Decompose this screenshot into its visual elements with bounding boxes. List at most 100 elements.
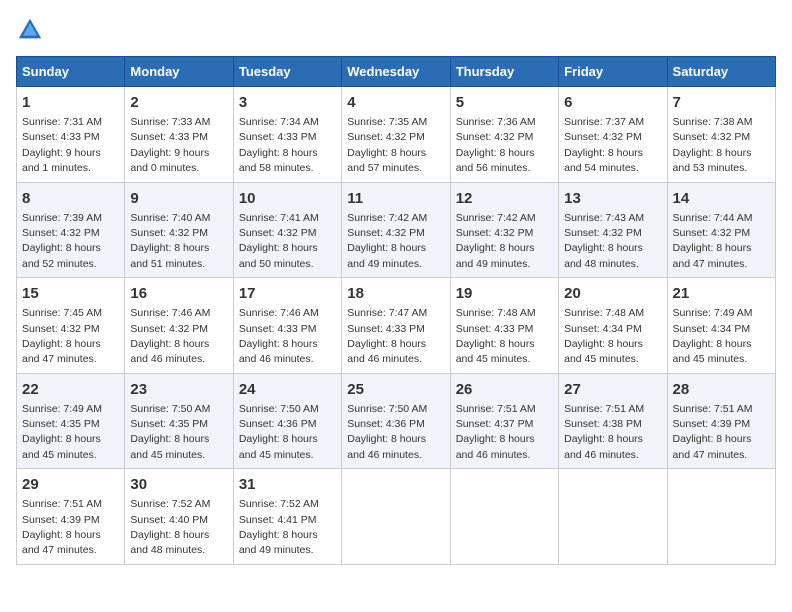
day-number: 15 bbox=[22, 283, 119, 304]
day-info: Sunrise: 7:51 AMSunset: 4:39 PMDaylight:… bbox=[673, 403, 753, 461]
header-day: Sunday bbox=[17, 57, 125, 87]
logo bbox=[16, 16, 48, 44]
day-number: 1 bbox=[22, 92, 119, 113]
day-info: Sunrise: 7:47 AMSunset: 4:33 PMDaylight:… bbox=[347, 307, 427, 365]
calendar-cell: 20 Sunrise: 7:48 AMSunset: 4:34 PMDayligh… bbox=[559, 278, 667, 374]
day-number: 8 bbox=[22, 188, 119, 209]
day-info: Sunrise: 7:42 AMSunset: 4:32 PMDaylight:… bbox=[347, 212, 427, 270]
day-info: Sunrise: 7:44 AMSunset: 4:32 PMDaylight:… bbox=[673, 212, 753, 270]
day-number: 27 bbox=[564, 379, 661, 400]
day-info: Sunrise: 7:45 AMSunset: 4:32 PMDaylight:… bbox=[22, 307, 102, 365]
day-info: Sunrise: 7:36 AMSunset: 4:32 PMDaylight:… bbox=[456, 116, 536, 174]
day-number: 14 bbox=[673, 188, 770, 209]
calendar-cell: 30 Sunrise: 7:52 AMSunset: 4:40 PMDayligh… bbox=[125, 469, 233, 565]
calendar-cell: 29Sunrise: 7:51 AMSunset: 4:39 PMDayligh… bbox=[17, 469, 125, 565]
header-day: Monday bbox=[125, 57, 233, 87]
day-number: 5 bbox=[456, 92, 553, 113]
day-number: 10 bbox=[239, 188, 336, 209]
day-number: 21 bbox=[673, 283, 770, 304]
calendar-cell: 12 Sunrise: 7:42 AMSunset: 4:32 PMDayligh… bbox=[450, 182, 558, 278]
day-info: Sunrise: 7:51 AMSunset: 4:37 PMDaylight:… bbox=[456, 403, 536, 461]
calendar-cell: 8 Sunrise: 7:39 AMSunset: 4:32 PMDaylight… bbox=[17, 182, 125, 278]
calendar-week-row: 22Sunrise: 7:49 AMSunset: 4:35 PMDayligh… bbox=[17, 373, 776, 469]
calendar-cell bbox=[559, 469, 667, 565]
day-number: 19 bbox=[456, 283, 553, 304]
day-number: 2 bbox=[130, 92, 227, 113]
day-number: 22 bbox=[22, 379, 119, 400]
day-number: 3 bbox=[239, 92, 336, 113]
day-number: 11 bbox=[347, 188, 444, 209]
day-number: 26 bbox=[456, 379, 553, 400]
day-info: Sunrise: 7:41 AMSunset: 4:32 PMDaylight:… bbox=[239, 212, 319, 270]
calendar-body: 1 Sunrise: 7:31 AMSunset: 4:33 PMDaylight… bbox=[17, 87, 776, 565]
calendar-cell: 17 Sunrise: 7:46 AMSunset: 4:33 PMDayligh… bbox=[233, 278, 341, 374]
day-info: Sunrise: 7:49 AMSunset: 4:34 PMDaylight:… bbox=[673, 307, 753, 365]
page-header bbox=[16, 16, 776, 44]
calendar-cell: 6 Sunrise: 7:37 AMSunset: 4:32 PMDaylight… bbox=[559, 87, 667, 183]
day-number: 31 bbox=[239, 474, 336, 495]
calendar-cell: 24 Sunrise: 7:50 AMSunset: 4:36 PMDayligh… bbox=[233, 373, 341, 469]
calendar-header: SundayMondayTuesdayWednesdayThursdayFrid… bbox=[17, 57, 776, 87]
header-day: Tuesday bbox=[233, 57, 341, 87]
day-info: Sunrise: 7:46 AMSunset: 4:32 PMDaylight:… bbox=[130, 307, 210, 365]
calendar-cell: 27Sunrise: 7:51 AMSunset: 4:38 PMDayligh… bbox=[559, 373, 667, 469]
day-info: Sunrise: 7:39 AMSunset: 4:32 PMDaylight:… bbox=[22, 212, 102, 270]
day-info: Sunrise: 7:31 AMSunset: 4:33 PMDaylight:… bbox=[22, 116, 102, 174]
calendar-cell: 22Sunrise: 7:49 AMSunset: 4:35 PMDayligh… bbox=[17, 373, 125, 469]
day-info: Sunrise: 7:52 AMSunset: 4:40 PMDaylight:… bbox=[130, 498, 210, 556]
day-number: 25 bbox=[347, 379, 444, 400]
calendar-week-row: 29Sunrise: 7:51 AMSunset: 4:39 PMDayligh… bbox=[17, 469, 776, 565]
day-info: Sunrise: 7:34 AMSunset: 4:33 PMDaylight:… bbox=[239, 116, 319, 174]
calendar-week-row: 8 Sunrise: 7:39 AMSunset: 4:32 PMDaylight… bbox=[17, 182, 776, 278]
header-day: Saturday bbox=[667, 57, 775, 87]
day-number: 30 bbox=[130, 474, 227, 495]
day-number: 9 bbox=[130, 188, 227, 209]
calendar-cell bbox=[667, 469, 775, 565]
day-info: Sunrise: 7:50 AMSunset: 4:36 PMDaylight:… bbox=[239, 403, 319, 461]
day-number: 6 bbox=[564, 92, 661, 113]
day-number: 16 bbox=[130, 283, 227, 304]
day-info: Sunrise: 7:50 AMSunset: 4:35 PMDaylight:… bbox=[130, 403, 210, 461]
day-number: 17 bbox=[239, 283, 336, 304]
calendar-cell: 2 Sunrise: 7:33 AMSunset: 4:33 PMDaylight… bbox=[125, 87, 233, 183]
day-number: 20 bbox=[564, 283, 661, 304]
day-info: Sunrise: 7:37 AMSunset: 4:32 PMDaylight:… bbox=[564, 116, 644, 174]
calendar-cell: 11 Sunrise: 7:42 AMSunset: 4:32 PMDayligh… bbox=[342, 182, 450, 278]
calendar-cell: 1 Sunrise: 7:31 AMSunset: 4:33 PMDaylight… bbox=[17, 87, 125, 183]
day-info: Sunrise: 7:46 AMSunset: 4:33 PMDaylight:… bbox=[239, 307, 319, 365]
calendar-cell: 10 Sunrise: 7:41 AMSunset: 4:32 PMDayligh… bbox=[233, 182, 341, 278]
day-info: Sunrise: 7:38 AMSunset: 4:32 PMDaylight:… bbox=[673, 116, 753, 174]
day-number: 13 bbox=[564, 188, 661, 209]
calendar-cell: 9Sunrise: 7:40 AMSunset: 4:32 PMDaylight… bbox=[125, 182, 233, 278]
calendar-cell: 15 Sunrise: 7:45 AMSunset: 4:32 PMDayligh… bbox=[17, 278, 125, 374]
calendar-table: SundayMondayTuesdayWednesdayThursdayFrid… bbox=[16, 56, 776, 565]
calendar-cell: 18 Sunrise: 7:47 AMSunset: 4:33 PMDayligh… bbox=[342, 278, 450, 374]
day-info: Sunrise: 7:48 AMSunset: 4:33 PMDaylight:… bbox=[456, 307, 536, 365]
calendar-cell: 13 Sunrise: 7:43 AMSunset: 4:32 PMDayligh… bbox=[559, 182, 667, 278]
calendar-cell: 21 Sunrise: 7:49 AMSunset: 4:34 PMDayligh… bbox=[667, 278, 775, 374]
calendar-cell: 28Sunrise: 7:51 AMSunset: 4:39 PMDayligh… bbox=[667, 373, 775, 469]
day-number: 24 bbox=[239, 379, 336, 400]
calendar-cell: 7Sunrise: 7:38 AMSunset: 4:32 PMDaylight… bbox=[667, 87, 775, 183]
calendar-cell: 3 Sunrise: 7:34 AMSunset: 4:33 PMDaylight… bbox=[233, 87, 341, 183]
logo-icon bbox=[16, 16, 44, 44]
calendar-cell: 16 Sunrise: 7:46 AMSunset: 4:32 PMDayligh… bbox=[125, 278, 233, 374]
day-info: Sunrise: 7:33 AMSunset: 4:33 PMDaylight:… bbox=[130, 116, 210, 174]
day-info: Sunrise: 7:50 AMSunset: 4:36 PMDaylight:… bbox=[347, 403, 427, 461]
day-number: 23 bbox=[130, 379, 227, 400]
calendar-cell: 26 Sunrise: 7:51 AMSunset: 4:37 PMDayligh… bbox=[450, 373, 558, 469]
day-info: Sunrise: 7:51 AMSunset: 4:39 PMDaylight:… bbox=[22, 498, 102, 556]
day-number: 4 bbox=[347, 92, 444, 113]
header-day: Wednesday bbox=[342, 57, 450, 87]
day-info: Sunrise: 7:42 AMSunset: 4:32 PMDaylight:… bbox=[456, 212, 536, 270]
calendar-cell: 23 Sunrise: 7:50 AMSunset: 4:35 PMDayligh… bbox=[125, 373, 233, 469]
day-number: 18 bbox=[347, 283, 444, 304]
day-number: 12 bbox=[456, 188, 553, 209]
calendar-week-row: 1 Sunrise: 7:31 AMSunset: 4:33 PMDaylight… bbox=[17, 87, 776, 183]
calendar-cell: 4 Sunrise: 7:35 AMSunset: 4:32 PMDaylight… bbox=[342, 87, 450, 183]
day-info: Sunrise: 7:43 AMSunset: 4:32 PMDaylight:… bbox=[564, 212, 644, 270]
calendar-week-row: 15 Sunrise: 7:45 AMSunset: 4:32 PMDayligh… bbox=[17, 278, 776, 374]
calendar-cell: 19 Sunrise: 7:48 AMSunset: 4:33 PMDayligh… bbox=[450, 278, 558, 374]
day-info: Sunrise: 7:48 AMSunset: 4:34 PMDaylight:… bbox=[564, 307, 644, 365]
day-info: Sunrise: 7:35 AMSunset: 4:32 PMDaylight:… bbox=[347, 116, 427, 174]
